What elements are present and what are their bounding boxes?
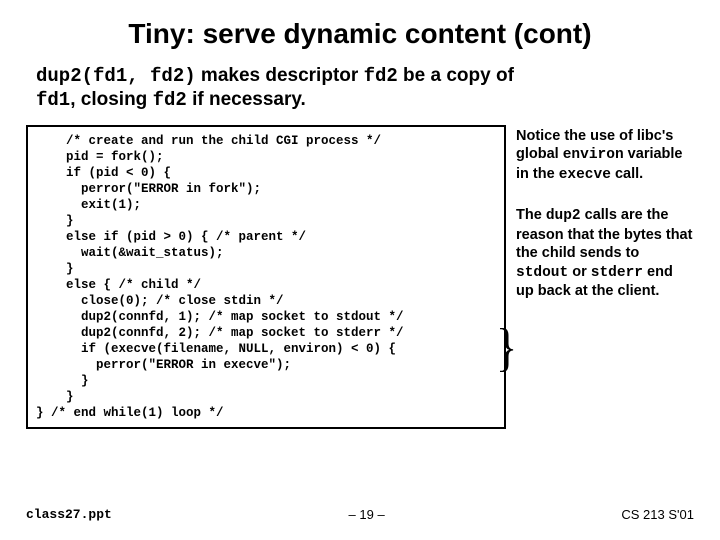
s2b: dup2 xyxy=(546,208,581,224)
side-note-1: Notice the use of libc's global environ … xyxy=(516,127,694,185)
intro-seg-3: , closing xyxy=(70,89,152,110)
footer-page-number: – 19 – xyxy=(349,507,385,522)
content-columns: /* create and run the child CGI process … xyxy=(26,125,694,429)
side-note-2: The dup2 calls are the reason that the b… xyxy=(516,206,694,301)
intro-seg-4: if necessary. xyxy=(187,89,306,110)
intro-code-2: fd2 xyxy=(364,65,398,87)
footer-filename: class27.ppt xyxy=(26,507,112,522)
s2e: or xyxy=(568,264,591,280)
intro-text: dup2(fd1, fd2) makes descriptor fd2 be a… xyxy=(26,64,694,113)
s1e: call. xyxy=(611,166,643,182)
code-block: /* create and run the child CGI process … xyxy=(26,125,506,429)
slide-footer: class27.ppt – 19 – CS 213 S'01 xyxy=(26,507,694,522)
intro-code-1: dup2(fd1, fd2) xyxy=(36,65,196,87)
s1b: environ xyxy=(563,147,624,163)
s2a: The xyxy=(516,207,546,223)
s2d: stdout xyxy=(516,265,568,281)
intro-seg-2: be a copy of xyxy=(398,65,514,86)
curly-brace-icon: } xyxy=(496,322,517,375)
intro-code-3: fd1 xyxy=(36,89,70,111)
s1d: execve xyxy=(559,167,611,183)
s2f: stderr xyxy=(591,265,643,281)
side-notes: Notice the use of libc's global environ … xyxy=(516,125,694,429)
intro-code-4: fd2 xyxy=(153,89,187,111)
slide-title: Tiny: serve dynamic content (cont) xyxy=(26,18,694,50)
footer-course: CS 213 S'01 xyxy=(621,507,694,522)
intro-seg-1: makes descriptor xyxy=(196,65,364,86)
slide: Tiny: serve dynamic content (cont) dup2(… xyxy=(0,0,720,540)
